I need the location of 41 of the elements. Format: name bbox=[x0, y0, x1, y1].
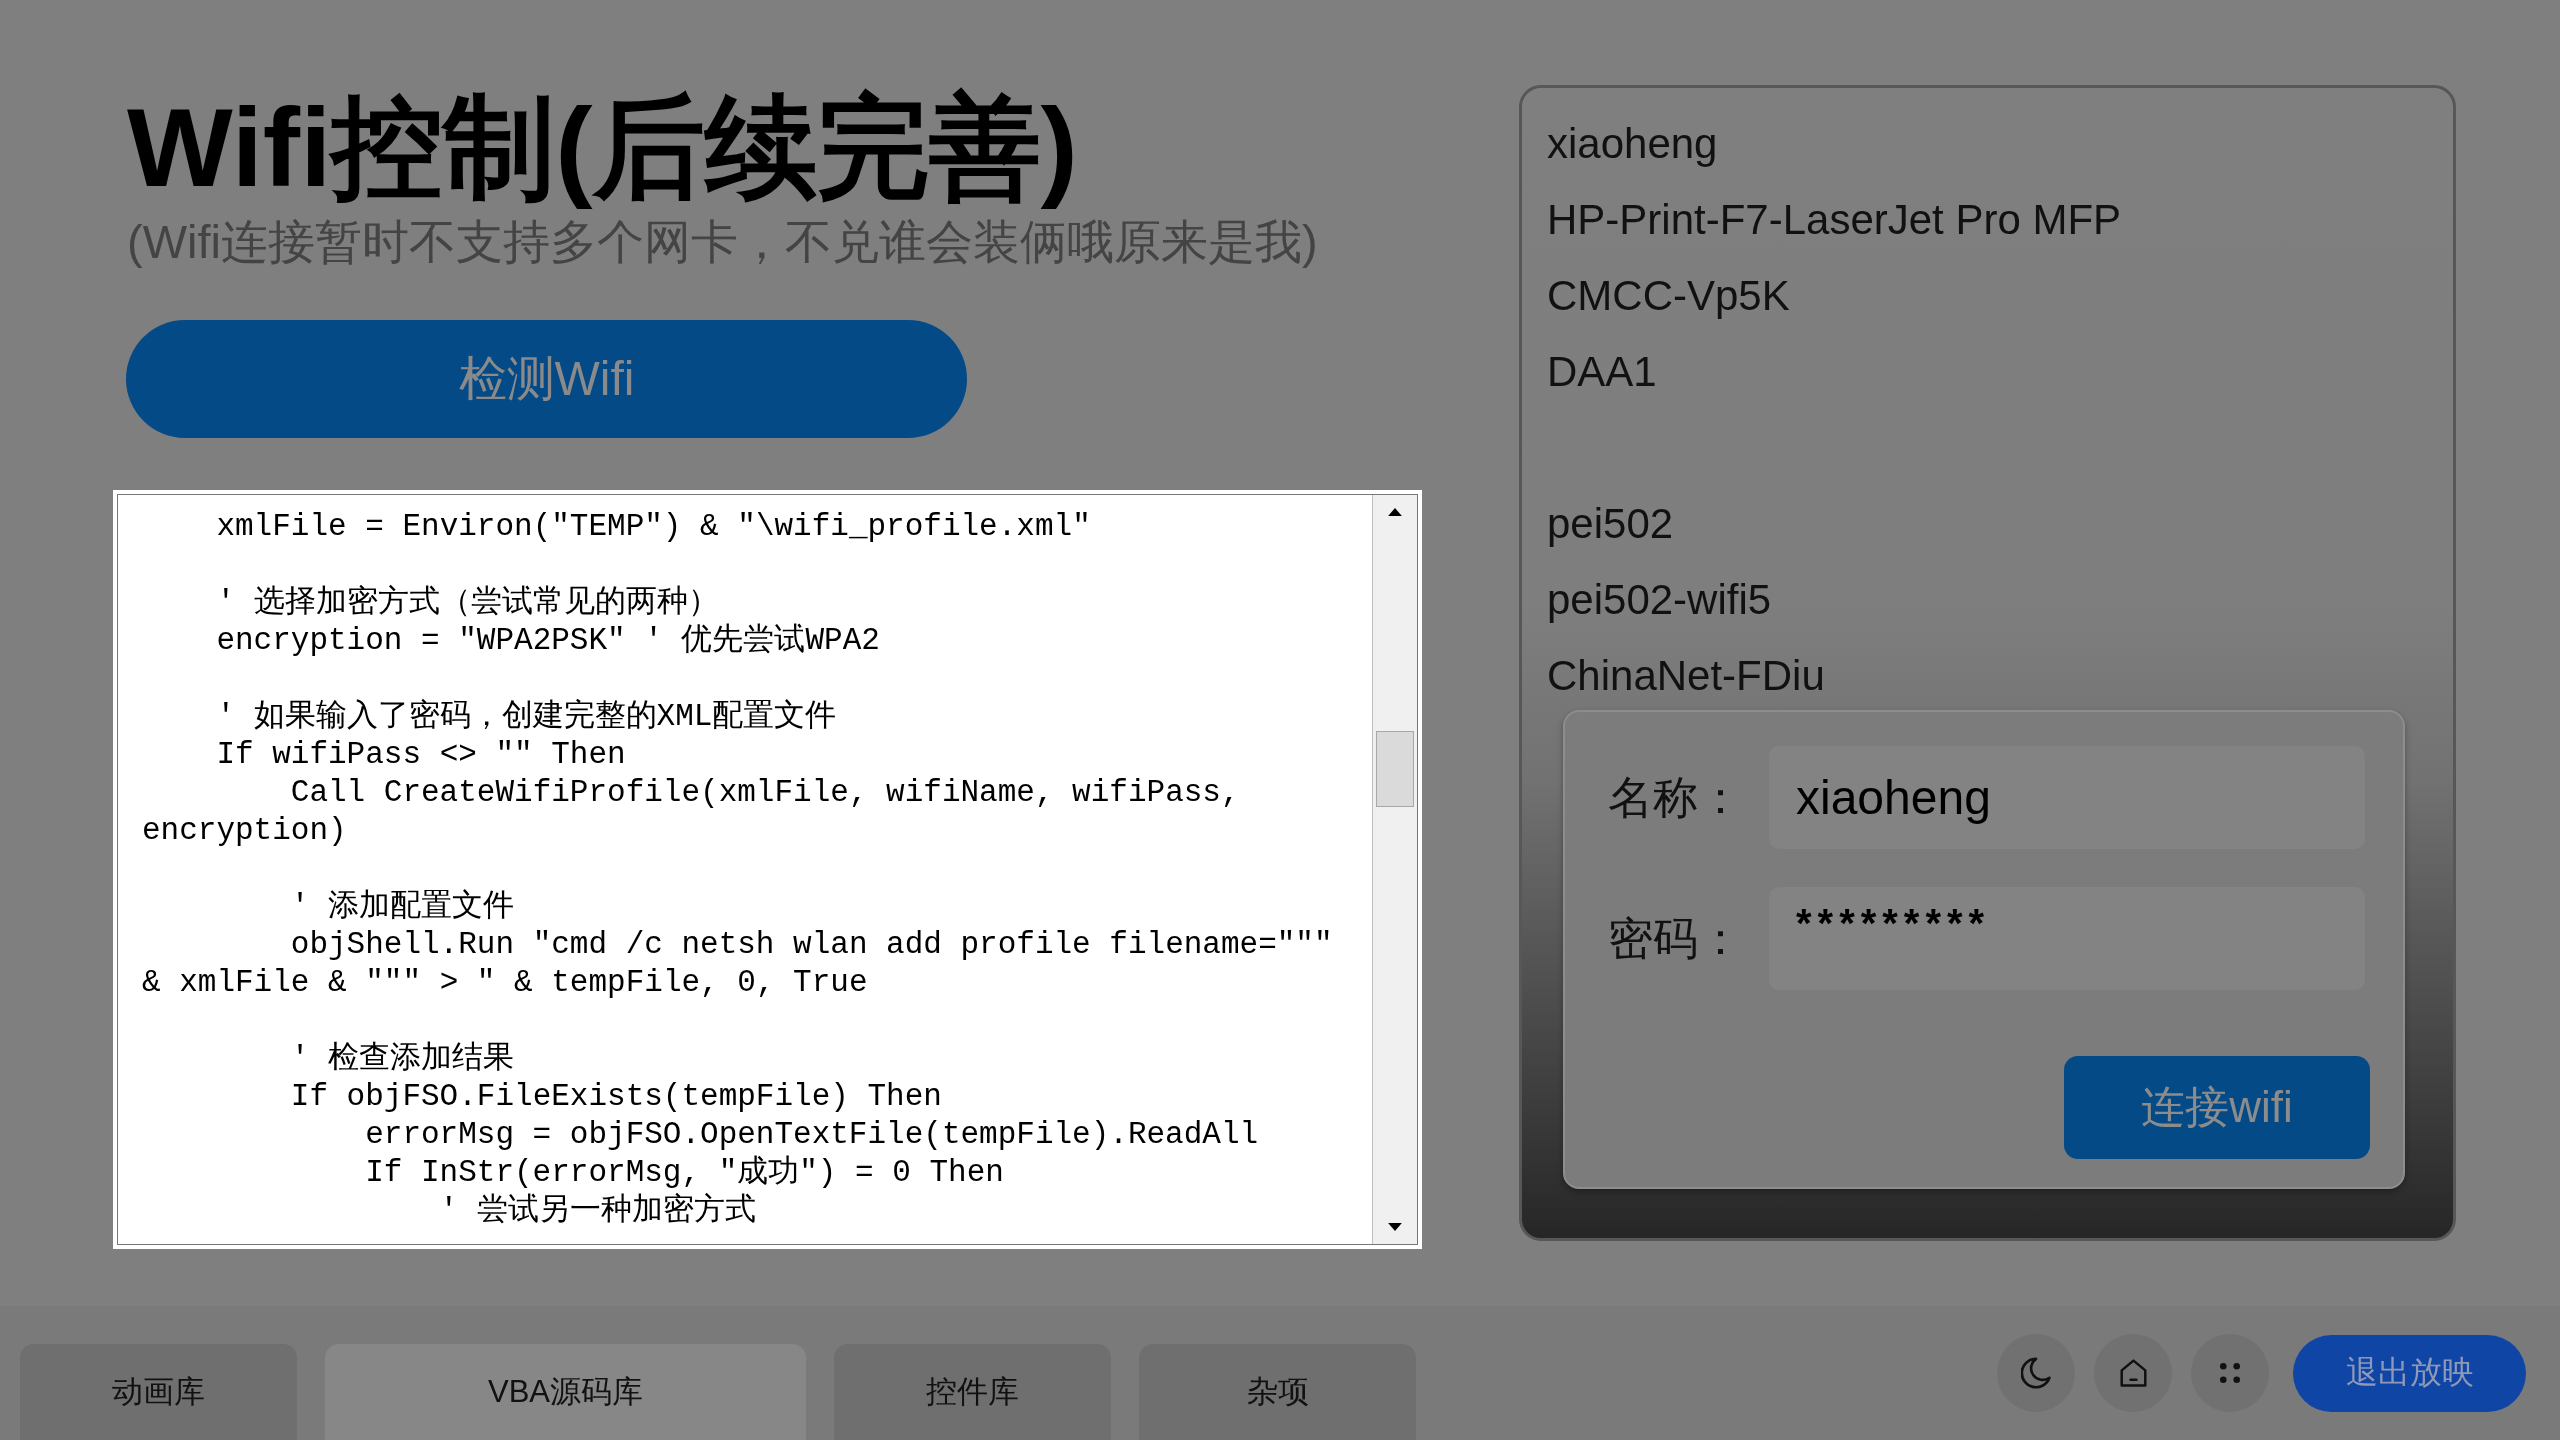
code-line: Call CreateWifiProfile(xmlFile, wifiName, wifiPass, bbox=[290, 774, 1240, 812]
wifi-list-item[interactable]: pei502-wifi5 bbox=[1547, 575, 1772, 625]
down-triangle-icon bbox=[1388, 1223, 1402, 1231]
wifi-list-item[interactable]: DAA1 bbox=[1547, 347, 1657, 397]
code-line: If objFSO.FileExists(tempFile) Then bbox=[290, 1078, 942, 1116]
code-line: encryption) bbox=[142, 812, 347, 850]
code-line: If wifiPass <> "" Then bbox=[216, 736, 626, 774]
code-line: encryption = "WPA2PSK" ' 优先尝试WPA2 bbox=[216, 622, 880, 660]
wifi-list-item[interactable]: HP-Print-F7-LaserJet Pro MFP bbox=[1547, 195, 2122, 245]
name-label: 名称： bbox=[1608, 770, 1743, 825]
up-triangle-icon bbox=[1388, 508, 1402, 516]
code-line: ' 检查添加结果 bbox=[290, 1040, 514, 1078]
code-line: ' 尝试另一种加密方式 bbox=[439, 1192, 756, 1230]
wifi-list-item[interactable]: CMCC-Vp5K bbox=[1547, 271, 1790, 321]
name-field[interactable]: xiaoheng bbox=[1769, 746, 2365, 849]
exit-slideshow-button[interactable]: 退出放映 bbox=[2293, 1334, 2526, 1412]
connect-wifi-button[interactable]: 连接wifi bbox=[2064, 1056, 2370, 1159]
code-line: xmlFile = Environ("TEMP") & "\wifi_profile.xml" bbox=[216, 508, 1091, 546]
wifi-list-item[interactable]: xiaoheng bbox=[1547, 119, 1718, 169]
nav-tab[interactable]: VBA源码库 bbox=[325, 1344, 806, 1440]
code-line: ' 选择加密方式（尝试常见的两种） bbox=[216, 584, 719, 622]
nav-tab[interactable]: 动画库 bbox=[20, 1344, 297, 1440]
wifi-list-item[interactable]: pei502 bbox=[1547, 499, 1674, 549]
page-subtitle: (Wifi连接暂时不支持多个网卡，不兑谁会装俩哦原来是我) bbox=[127, 217, 1318, 267]
password-field[interactable]: ********* bbox=[1769, 887, 2365, 990]
code-line: ' 如果输入了密码，创建完整的XML配置文件 bbox=[216, 698, 837, 736]
nav-tab[interactable]: 杂项 bbox=[1139, 1344, 1416, 1440]
code-line: objShell.Run "cmd /c netsh wlan add profile filename=""" bbox=[290, 926, 1333, 964]
password-label: 密码： bbox=[1608, 911, 1743, 966]
wifi-list-item[interactable]: ChinaNet-FDiu bbox=[1547, 651, 1825, 701]
detect-wifi-button[interactable]: 检测Wifi bbox=[126, 320, 967, 438]
code-line: & xmlFile & """ > " & tempFile, 0, True bbox=[142, 964, 868, 1002]
nav-tab[interactable]: 控件库 bbox=[834, 1344, 1111, 1440]
moon-icon bbox=[2021, 1357, 2051, 1389]
page-title: Wifi控制(后续完善) bbox=[127, 85, 1078, 211]
scrollbar-thumb[interactable] bbox=[1376, 731, 1414, 807]
code-line: If InStr(errorMsg, "成功") = 0 Then bbox=[365, 1154, 1004, 1192]
four-dots-icon bbox=[2220, 1363, 2240, 1383]
home-icon bbox=[2119, 1359, 2147, 1387]
code-line: ' 添加配置文件 bbox=[290, 888, 514, 926]
code-line: errorMsg = objFSO.OpenTextFile(tempFile).ReadAll bbox=[365, 1116, 1259, 1154]
